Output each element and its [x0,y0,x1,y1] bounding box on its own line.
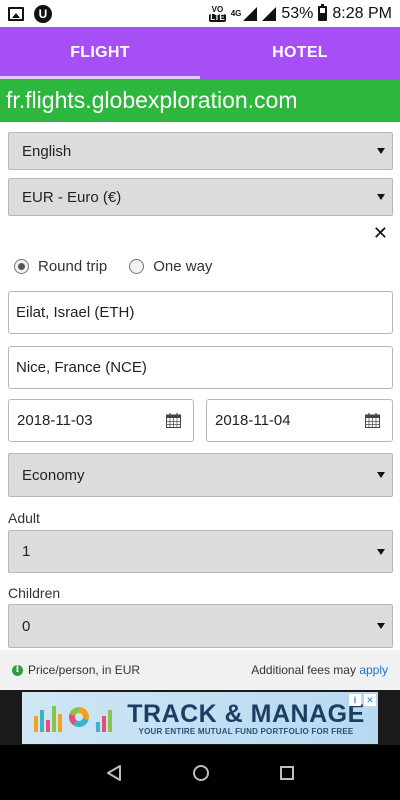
volte-bottom-label: LTE [209,12,226,22]
one-way-label[interactable]: One way [153,258,212,275]
dropdown-arrow-icon [377,148,385,154]
recents-icon[interactable] [279,765,295,781]
flight-search-form: English EUR - Euro (€) ✕ Round trip One … [0,122,400,650]
currency-select[interactable]: EUR - Euro (€) [8,178,393,216]
children-label: Children [8,585,61,601]
currency-value: EUR - Euro (€) [22,188,122,206]
home-icon[interactable] [192,764,210,782]
ad-graphic-bar [40,710,44,732]
u-app-icon: U [34,4,52,23]
apply-link[interactable]: apply [359,663,388,677]
status-right: VO LTE 4G 53% 8:28 PM [209,4,392,23]
ad-title: TRACK & MANAGE [127,699,365,728]
ad-graphic-bar [58,714,62,732]
adult-value: 1 [22,543,31,560]
price-info-text: Price/person, in EUR [28,663,141,677]
fees-note-text: Additional fees may [251,663,356,677]
depart-date-value: 2018-11-03 [17,412,93,429]
network-type-label: 4G [230,8,242,18]
calendar-icon [166,413,181,428]
ad-area: TRACK & MANAGE YOUR ENTIRE MUTUAL FUND P… [0,690,400,745]
ad-subtitle: YOUR ENTIRE MUTUAL FUND PORTFOLIO FOR FR… [138,726,354,736]
return-date-value: 2018-11-04 [215,412,291,429]
clock: 8:28 PM [332,4,392,22]
signal-icon [243,6,258,21]
fees-note: Additional fees may apply [251,663,388,677]
tab-hotel[interactable]: HOTEL [200,27,400,79]
ad-choices[interactable]: i ✕ [349,694,376,706]
adult-select[interactable]: 1 [8,530,393,573]
destination-input[interactable]: Nice, France (NCE) [8,346,393,389]
domain-banner: fr.flights.globexploration.com [0,79,400,122]
status-bar: U VO LTE 4G 53% 8:28 PM [0,0,400,27]
dropdown-arrow-icon [377,194,385,200]
ad-info-icon[interactable]: i [349,694,361,706]
ad-pie-graphic [69,707,89,727]
trip-type-radio-group: Round trip One way [14,258,234,275]
ad-graphic-bar [46,720,50,732]
adult-label: Adult [8,510,40,526]
destination-value: Nice, France (NCE) [16,359,147,376]
calendar-icon [365,413,380,428]
depart-date-field[interactable]: 2018-11-03 [8,399,194,442]
ad-text: TRACK & MANAGE YOUR ENTIRE MUTUAL FUND P… [114,701,378,736]
image-notification-icon [8,6,24,21]
ad-graphic-bar [108,710,112,732]
cabin-class-value: Economy [22,466,85,484]
info-icon: i [12,664,23,676]
close-icon[interactable]: ✕ [373,224,388,242]
ad-chart-graphic [22,692,114,744]
round-trip-label[interactable]: Round trip [38,258,107,275]
price-info-bar: i Price/person, in EUR Additional fees m… [0,650,400,690]
signal-icon-2 [262,6,277,21]
status-left: U [8,4,52,23]
dropdown-arrow-icon [377,472,385,478]
return-date-field[interactable]: 2018-11-04 [206,399,393,442]
ad-graphic-bar [34,716,38,732]
one-way-radio[interactable] [129,259,145,274]
back-icon[interactable] [105,764,123,782]
children-select[interactable]: 0 [8,604,393,648]
origin-input[interactable]: Eilat, Israel (ETH) [8,291,393,334]
children-value: 0 [22,617,31,635]
tab-flight[interactable]: FLIGHT [0,27,200,79]
language-select[interactable]: English [8,132,393,170]
system-nav-bar [0,745,400,800]
ad-graphic-bar [52,706,56,732]
ad-banner[interactable]: TRACK & MANAGE YOUR ENTIRE MUTUAL FUND P… [22,692,378,744]
battery-percent: 53% [281,4,314,22]
ad-graphic-bar [96,722,100,732]
cabin-class-select[interactable]: Economy [8,453,393,497]
ad-graphic-bar [102,716,106,732]
dropdown-arrow-icon [377,548,385,555]
volte-icon: VO LTE [209,5,226,22]
battery-icon [318,4,328,21]
ad-close-icon[interactable]: ✕ [364,694,376,706]
origin-value: Eilat, Israel (ETH) [16,304,135,321]
round-trip-radio[interactable] [14,259,29,274]
tab-bar: FLIGHT HOTEL [0,27,400,79]
language-value: English [22,142,72,160]
dropdown-arrow-icon [377,623,385,629]
